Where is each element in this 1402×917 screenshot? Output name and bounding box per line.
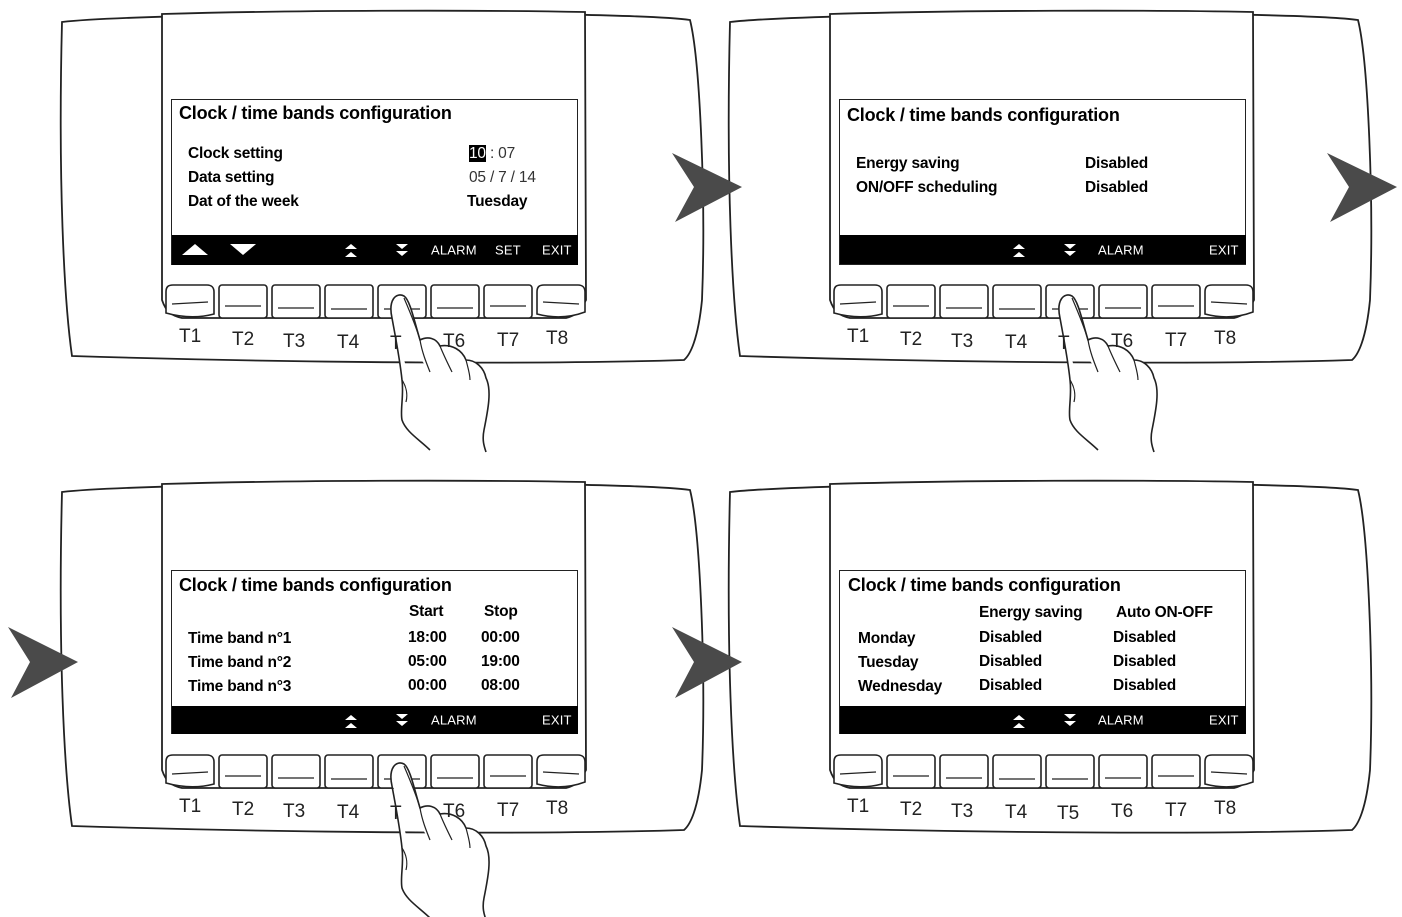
key-label-t7: T7 <box>497 330 520 351</box>
row-label: Time band n°1 <box>188 630 292 647</box>
arrow-right-icon <box>1327 153 1397 222</box>
key-label-t1: T1 <box>847 326 870 347</box>
key-label-t6: T6 <box>1111 331 1134 352</box>
band-start[interactable]: 05:00 <box>408 653 447 671</box>
key-label-t2: T2 <box>232 329 255 350</box>
exit-softkey[interactable]: EXIT <box>542 243 572 258</box>
column-header-start: Start <box>409 603 444 620</box>
key-label-t6: T6 <box>443 801 466 822</box>
row-label: Time band n°3 <box>188 678 292 695</box>
arrow-right-icon <box>8 627 78 698</box>
row-label: Time band n°2 <box>188 654 292 671</box>
key-label-t8: T8 <box>546 798 569 819</box>
key-label-t5-partial: T5 <box>390 333 402 354</box>
page-down-icon[interactable] <box>394 235 410 265</box>
energy-saving-value[interactable]: Disabled <box>1085 155 1148 173</box>
date-value[interactable]: 05 / 7 / 14 <box>469 169 536 187</box>
onoff-scheduling-value[interactable]: Disabled <box>1085 179 1148 197</box>
column-header-auto: Auto ON-OFF <box>1116 604 1213 621</box>
alarm-softkey[interactable]: ALARM <box>1098 242 1144 257</box>
key-label-t3: T3 <box>951 801 974 822</box>
page-up-icon[interactable] <box>343 235 359 265</box>
auto-value[interactable]: Disabled <box>1113 677 1176 695</box>
alarm-softkey[interactable]: ALARM <box>431 713 477 728</box>
key-label-t4: T4 <box>1005 332 1028 353</box>
key-label-t5-partial: T5 <box>1058 333 1070 354</box>
row-label: Tuesday <box>858 654 919 671</box>
key-label-t4: T4 <box>1005 802 1028 823</box>
row-label: Wednesday <box>858 678 943 695</box>
arrow-right-icon <box>672 627 742 698</box>
screen-title: Clock / time bands configuration <box>179 103 452 123</box>
exit-softkey[interactable]: EXIT <box>1209 242 1239 257</box>
band-start[interactable]: 18:00 <box>408 629 447 647</box>
page-down-icon[interactable] <box>1062 235 1078 264</box>
key-label-t1: T1 <box>179 796 202 817</box>
key-label-t4: T4 <box>337 802 360 823</box>
row-label: Clock setting <box>188 145 283 162</box>
key-label-t6: T6 <box>443 331 466 352</box>
clock-hour-cursor[interactable]: 10 <box>469 145 486 162</box>
page-down-icon[interactable] <box>394 706 410 734</box>
softkey-bar: ALARM EXIT <box>840 706 1246 734</box>
energy-value[interactable]: Disabled <box>979 677 1042 695</box>
auto-value[interactable]: Disabled <box>1113 653 1176 671</box>
column-header-stop: Stop <box>484 603 518 620</box>
alarm-softkey[interactable]: ALARM <box>431 243 477 258</box>
page-down-icon[interactable] <box>1062 706 1078 734</box>
screen-title: Clock / time bands configuration <box>179 575 452 595</box>
page-up-icon[interactable] <box>343 706 359 734</box>
page-up-icon[interactable] <box>1011 235 1027 264</box>
key-label-t3: T3 <box>951 331 974 352</box>
key-label-t7: T7 <box>1165 800 1188 821</box>
exit-softkey[interactable]: EXIT <box>542 713 572 728</box>
key-label-t2: T2 <box>232 799 255 820</box>
key-label-t3: T3 <box>283 801 306 822</box>
set-softkey[interactable]: SET <box>495 243 521 258</box>
key-label-t8: T8 <box>1214 328 1237 349</box>
clock-value[interactable]: 10 : 07 <box>469 145 515 163</box>
row-label: Monday <box>858 630 916 647</box>
key-label-t1: T1 <box>179 326 202 347</box>
key-label-t8: T8 <box>546 328 569 349</box>
key-label-t5: T5 <box>1057 803 1080 824</box>
arrow-right-icon <box>672 153 742 222</box>
exit-softkey[interactable]: EXIT <box>1209 713 1239 728</box>
key-label-t2: T2 <box>900 329 923 350</box>
softkey-bar: ALARM EXIT <box>172 706 578 734</box>
key-label-t7: T7 <box>497 800 520 821</box>
row-label: Data setting <box>188 169 275 186</box>
weekday-value[interactable]: Tuesday <box>467 193 528 211</box>
auto-value[interactable]: Disabled <box>1113 629 1176 647</box>
key-label-t5-partial: T5 <box>390 803 402 824</box>
alarm-softkey[interactable]: ALARM <box>1098 713 1144 728</box>
page-up-icon[interactable] <box>1011 706 1027 734</box>
energy-value[interactable]: Disabled <box>979 629 1042 647</box>
band-stop[interactable]: 00:00 <box>481 629 520 647</box>
row-label: Dat of the week <box>188 193 299 210</box>
energy-value[interactable]: Disabled <box>979 653 1042 671</box>
key-label-t3: T3 <box>283 331 306 352</box>
row-label: Energy saving <box>856 155 960 172</box>
clock-minutes: : 07 <box>485 145 516 162</box>
key-label-t6: T6 <box>1111 801 1134 822</box>
softkey-bar: ALARM SET EXIT <box>172 235 578 265</box>
band-start[interactable]: 00:00 <box>408 677 447 695</box>
band-stop[interactable]: 08:00 <box>481 677 520 695</box>
key-label-t2: T2 <box>900 799 923 820</box>
down-arrow-icon[interactable] <box>228 235 258 265</box>
key-label-t7: T7 <box>1165 330 1188 351</box>
key-label-t1: T1 <box>847 796 870 817</box>
row-label: ON/OFF scheduling <box>856 179 998 196</box>
column-header-energy: Energy saving <box>979 604 1083 621</box>
screen-title: Clock / time bands configuration <box>848 575 1121 595</box>
softkey-bar: ALARM EXIT <box>840 235 1246 264</box>
key-label-t4: T4 <box>337 332 360 353</box>
key-label-t8: T8 <box>1214 798 1237 819</box>
band-stop[interactable]: 19:00 <box>481 653 520 671</box>
screen-title: Clock / time bands configuration <box>847 105 1120 125</box>
up-arrow-icon[interactable] <box>180 235 210 265</box>
